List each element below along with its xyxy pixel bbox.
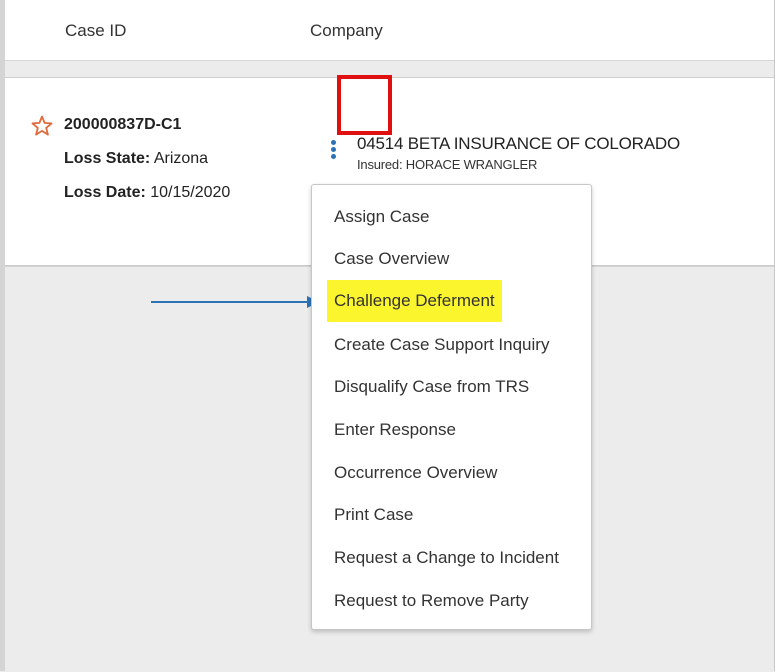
annotation-highlight-box [337,75,392,135]
menu-item-disqualify-case-from-trs[interactable]: Disqualify Case from TRS [334,375,529,399]
case-actions-menu: Assign Case Case Overview Challenge Defe… [311,184,592,630]
loss-date-value: 10/15/2020 [150,184,231,201]
column-header-case-id[interactable]: Case ID [65,21,126,41]
loss-state-label: Loss State: [64,150,151,167]
menu-item-occurrence-overview[interactable]: Occurrence Overview [334,461,497,485]
menu-item-challenge-deferment[interactable]: Challenge Deferment [327,280,502,322]
loss-state-value: Arizona [153,150,209,167]
insured-name: Insured: HORACE WRANGLER [357,157,538,172]
menu-item-request-to-remove-party[interactable]: Request to Remove Party [334,589,529,613]
kebab-menu-icon[interactable] [330,140,338,164]
menu-item-enter-response[interactable]: Enter Response [334,418,456,442]
star-outline-icon[interactable] [30,114,54,138]
menu-item-request-change-to-incident[interactable]: Request a Change to Incident [334,546,559,570]
loss-state: Loss State: Arizona [64,150,208,168]
arrow-right-icon [151,296,319,308]
menu-item-print-case[interactable]: Print Case [334,503,413,527]
loss-date-label: Loss Date: [64,184,146,201]
menu-item-create-case-support-inquiry[interactable]: Create Case Support Inquiry [334,333,549,357]
table-header: Case ID Company [5,0,774,61]
loss-date: Loss Date: 10/15/2020 [64,184,230,202]
menu-item-case-overview[interactable]: Case Overview [334,247,449,271]
menu-item-assign-case[interactable]: Assign Case [334,205,429,229]
case-id-link[interactable]: 200000837D-C1 [64,116,181,134]
company-name: 04514 BETA INSURANCE OF COLORADO [357,134,680,153]
column-header-company[interactable]: Company [310,21,383,41]
